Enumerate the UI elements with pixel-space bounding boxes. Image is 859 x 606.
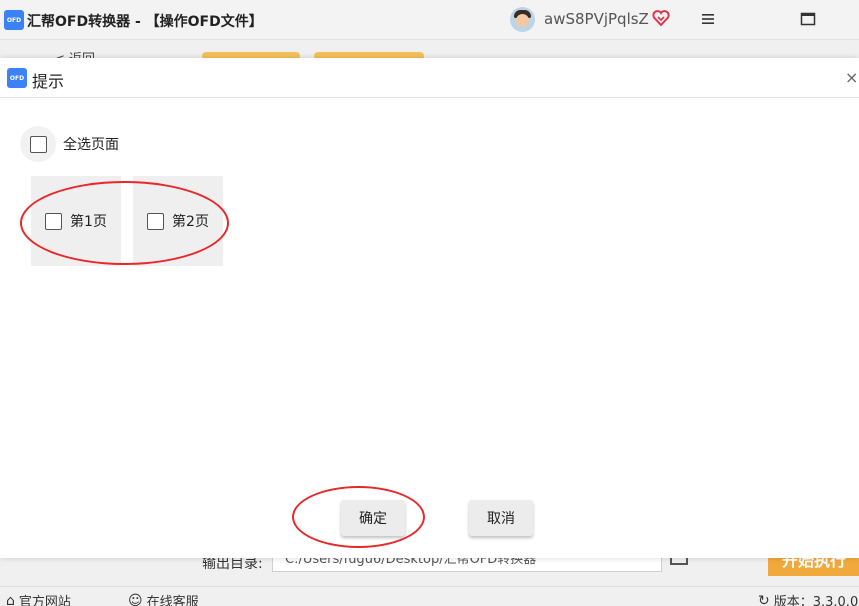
avatar[interactable] <box>510 7 535 32</box>
version-label: 版本：3.3.0.0 <box>773 595 859 606</box>
page-label: 第1页 <box>70 214 107 230</box>
maximize-icon[interactable] <box>800 12 816 26</box>
cancel-button[interactable]: 取消 <box>469 500 533 536</box>
app-logo: OFD <box>4 10 24 30</box>
title-bar: OFD 汇帮OFD转换器 - 【操作OFD文件】 awS8PVjPqlsZ <box>0 0 859 40</box>
home-icon: ⌂ <box>6 592 15 606</box>
output-label: 输出目录: <box>202 556 263 572</box>
menu-icon[interactable] <box>700 12 716 26</box>
page-checkbox-2[interactable]: 第2页 <box>133 176 223 266</box>
select-all-checkbox[interactable]: 全选页面 <box>20 126 119 162</box>
folder-icon[interactable] <box>670 558 688 565</box>
output-path-field[interactable]: C:/Users/fugu6/Desktop/汇帮OFD转换器 <box>272 558 662 572</box>
page-checkbox-1[interactable]: 第1页 <box>31 176 121 266</box>
page-label: 第2页 <box>172 214 209 230</box>
checkbox-box[interactable] <box>30 135 47 153</box>
dialog-header: OFD 提示 × <box>0 58 859 98</box>
dialog-title: 提示 <box>32 72 65 91</box>
refresh-icon: ↻ <box>758 592 770 606</box>
select-all-label: 全选页面 <box>63 137 119 153</box>
dialog-logo: OFD <box>7 68 27 88</box>
username[interactable]: awS8PVjPqlsZ <box>544 10 649 28</box>
checkbox-box[interactable] <box>147 212 165 230</box>
close-icon[interactable]: × <box>845 68 858 87</box>
start-button[interactable]: 开始执行 <box>768 558 859 576</box>
headset-icon: ☺ <box>128 592 143 606</box>
prompt-dialog: OFD 提示 × 全选页面 第1页 第2页 确定 取消 <box>0 58 859 558</box>
app-title: 汇帮OFD转换器 - 【操作OFD文件】 <box>27 14 263 30</box>
checkbox-box[interactable] <box>45 212 63 230</box>
footer: ⌂ 官方网站 ☺ 在线客服 ↻ 版本：3.3.0.0 <box>0 586 859 606</box>
confirm-button[interactable]: 确定 <box>341 500 405 536</box>
website-link[interactable]: ⌂ 官方网站 <box>6 591 71 606</box>
website-label: 官方网站 <box>18 595 71 606</box>
service-label: 在线客服 <box>146 595 199 606</box>
service-link[interactable]: ☺ 在线客服 <box>128 591 199 606</box>
version-info: ↻ 版本：3.3.0.0 <box>758 591 858 606</box>
vip-heart-icon[interactable] <box>652 9 670 27</box>
